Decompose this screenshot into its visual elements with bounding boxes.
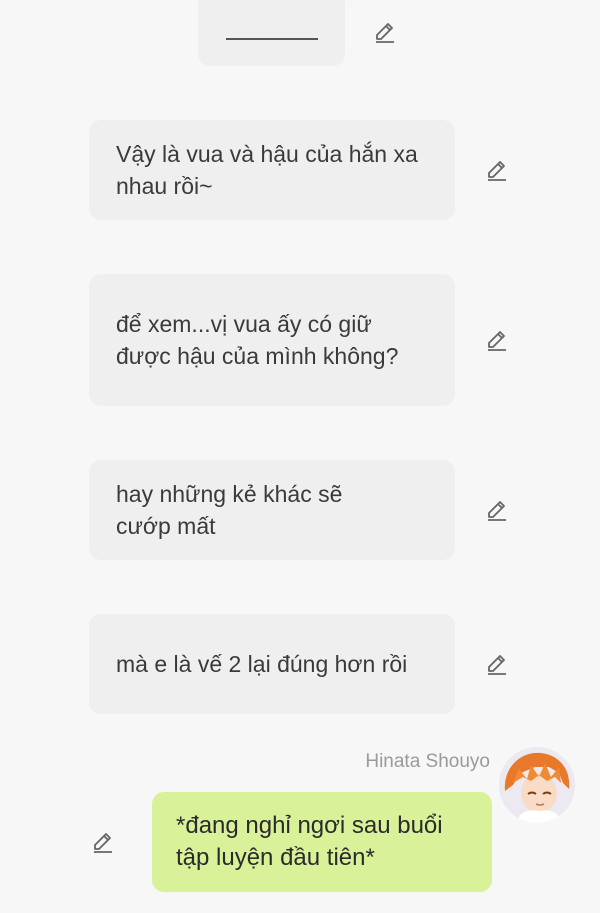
edit-message-button[interactable] bbox=[482, 325, 512, 355]
pencil-edit-icon bbox=[376, 23, 394, 43]
message-bubble-partial[interactable] bbox=[198, 0, 345, 66]
user-message-text: *đang nghỉ ngơi sau buổi tập luyện đầu t… bbox=[176, 812, 443, 871]
pencil-edit-icon bbox=[488, 655, 506, 675]
sender-name: Hinata Shouyo bbox=[365, 751, 490, 772]
message-bubble[interactable]: mà e là vế 2 lại đúng hơn rồi bbox=[89, 614, 455, 714]
message-text: Vậy là vua và hậu của hắn xa nhau rồi~ bbox=[116, 141, 418, 199]
edit-message-button[interactable] bbox=[88, 827, 118, 857]
message-text: để xem...vị vua ấy có giữ được hậu của m… bbox=[116, 311, 399, 369]
edit-message-button[interactable] bbox=[482, 155, 512, 185]
edit-message-button[interactable] bbox=[370, 17, 400, 47]
edit-message-button[interactable] bbox=[482, 495, 512, 525]
pencil-edit-icon bbox=[94, 833, 112, 853]
message-bubble[interactable]: để xem...vị vua ấy có giữ được hậu của m… bbox=[89, 274, 455, 406]
pencil-edit-icon bbox=[488, 331, 506, 351]
message-text: hay những kẻ khác sẽ cướp mất bbox=[116, 481, 343, 539]
message-bubble[interactable]: Vậy là vua và hậu của hắn xa nhau rồi~ bbox=[89, 120, 455, 220]
edit-message-button[interactable] bbox=[482, 649, 512, 679]
pencil-edit-icon bbox=[488, 501, 506, 521]
character-avatar[interactable] bbox=[499, 747, 575, 823]
message-text: mà e là vế 2 lại đúng hơn rồi bbox=[116, 651, 408, 677]
user-message-bubble[interactable]: *đang nghỉ ngơi sau buổi tập luyện đầu t… bbox=[152, 792, 492, 892]
blank-line bbox=[226, 38, 318, 40]
pencil-edit-icon bbox=[488, 161, 506, 181]
message-bubble[interactable]: hay những kẻ khác sẽ cướp mất bbox=[89, 460, 455, 560]
